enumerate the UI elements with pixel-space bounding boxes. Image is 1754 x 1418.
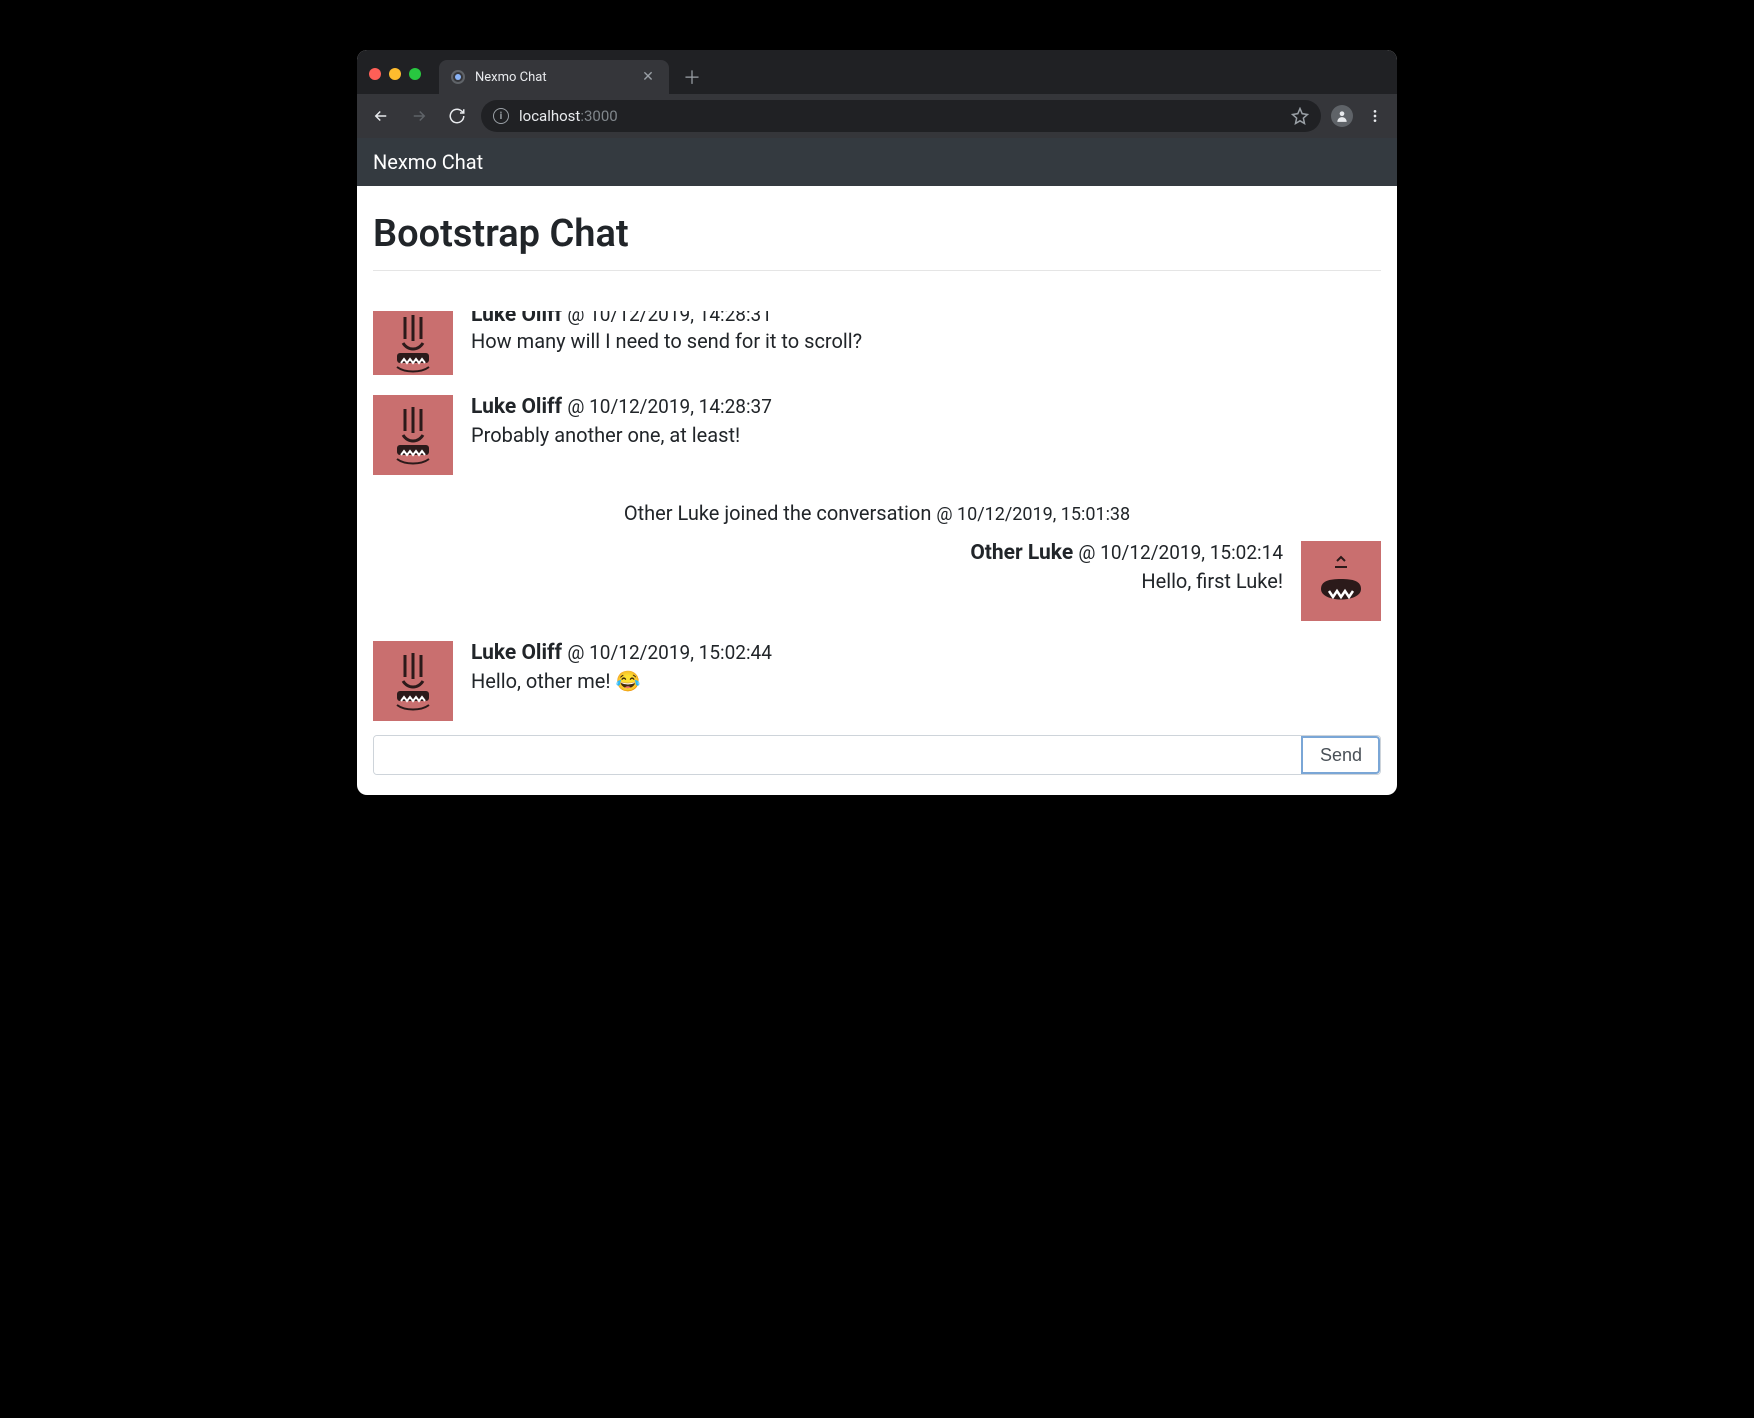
url-host: localhost — [519, 107, 580, 125]
send-button[interactable]: Send — [1301, 736, 1380, 774]
back-button[interactable] — [367, 102, 395, 130]
bookmark-star-icon[interactable] — [1291, 107, 1309, 125]
url-port: :3000 — [580, 107, 617, 125]
url-text: localhost:3000 — [519, 107, 618, 125]
message-author: Luke Oliff — [471, 641, 562, 665]
maximize-window-button[interactable] — [409, 68, 421, 80]
window-controls — [369, 68, 439, 94]
message-timestamp: @ 10/12/2019, 14:28:31 — [567, 311, 772, 325]
app-content: Bootstrap Chat Luke Oliff @ 10/12/2019, … — [357, 186, 1397, 731]
browser-toolbar: i localhost:3000 — [357, 94, 1397, 138]
browser-tab[interactable]: Nexmo Chat ✕ — [439, 60, 669, 94]
message-timestamp: @ 10/12/2019, 15:02:14 — [1078, 541, 1283, 564]
app-navbar: Nexmo Chat — [357, 138, 1397, 186]
profile-avatar-icon[interactable] — [1331, 105, 1353, 127]
message-body: Luke Oliff @ 10/12/2019, 14:28:37 Probabl… — [471, 395, 1381, 475]
message-body: Other Luke @ 10/12/2019, 15:02:14 Hello, … — [373, 541, 1283, 621]
site-info-icon[interactable]: i — [493, 108, 509, 124]
address-bar[interactable]: i localhost:3000 — [481, 100, 1321, 132]
tab-title: Nexmo Chat — [475, 70, 629, 85]
avatar-icon — [373, 311, 453, 375]
new-tab-button[interactable]: ＋ — [677, 62, 707, 92]
close-window-button[interactable] — [369, 68, 381, 80]
page-title: Bootstrap Chat — [373, 212, 1381, 256]
avatar-icon — [373, 395, 453, 475]
message-timestamp: @ 10/12/2019, 15:02:44 — [567, 641, 772, 664]
message-author: Luke Oliff — [471, 311, 562, 325]
message-body: Luke Oliff @ 10/12/2019, 14:28:31 How man… — [471, 311, 1381, 375]
message-text: Hello, first Luke! — [373, 569, 1283, 593]
reload-button[interactable] — [443, 102, 471, 130]
message-author: Luke Oliff — [471, 395, 562, 419]
message-text: How many will I need to send for it to s… — [471, 329, 1381, 353]
close-tab-icon[interactable]: ✕ — [639, 69, 657, 85]
forward-button — [405, 102, 433, 130]
message-scroll-area[interactable]: Luke Oliff @ 10/12/2019, 14:28:31 How man… — [373, 271, 1381, 731]
tab-favicon-icon — [451, 70, 465, 84]
app-title: Nexmo Chat — [373, 150, 483, 174]
message-header: Luke Oliff @ 10/12/2019, 15:02:44 — [471, 641, 1381, 665]
minimize-window-button[interactable] — [389, 68, 401, 80]
system-text: Other Luke joined the conversation — [624, 501, 932, 525]
message-text: Probably another one, at least! — [471, 423, 1381, 447]
message-composer: Send — [373, 735, 1381, 775]
chat-message: Luke Oliff @ 10/12/2019, 14:28:37 Probabl… — [373, 385, 1381, 485]
message-author: Other Luke — [970, 541, 1073, 565]
message-header: Luke Oliff @ 10/12/2019, 14:28:37 — [471, 395, 1381, 419]
browser-tabstrip: Nexmo Chat ✕ ＋ — [357, 50, 1397, 94]
browser-window: Nexmo Chat ✕ ＋ i localhost:3000 — [357, 50, 1397, 795]
chat-message: Other Luke @ 10/12/2019, 15:02:14 Hello, … — [373, 531, 1381, 631]
message-input[interactable] — [374, 736, 1301, 774]
message-header: Other Luke @ 10/12/2019, 15:02:14 — [373, 541, 1283, 565]
system-meta: @ 10/12/2019, 15:01:38 — [936, 504, 1130, 525]
chat-message: Luke Oliff @ 10/12/2019, 14:28:31 How man… — [373, 301, 1381, 385]
avatar-icon — [373, 641, 453, 721]
chat-message: Luke Oliff @ 10/12/2019, 15:02:44 Hello, … — [373, 631, 1381, 731]
message-body: Luke Oliff @ 10/12/2019, 15:02:44 Hello, … — [471, 641, 1381, 721]
message-header: Luke Oliff @ 10/12/2019, 14:28:31 — [471, 311, 1381, 325]
browser-menu-icon[interactable] — [1363, 108, 1387, 124]
message-timestamp: @ 10/12/2019, 14:28:37 — [567, 395, 772, 418]
message-list: Luke Oliff @ 10/12/2019, 14:28:31 How man… — [373, 301, 1381, 731]
message-text: Hello, other me! 😂 — [471, 669, 1381, 693]
system-message: Other Luke joined the conversation @ 10/… — [373, 485, 1381, 531]
avatar-icon — [1301, 541, 1381, 621]
